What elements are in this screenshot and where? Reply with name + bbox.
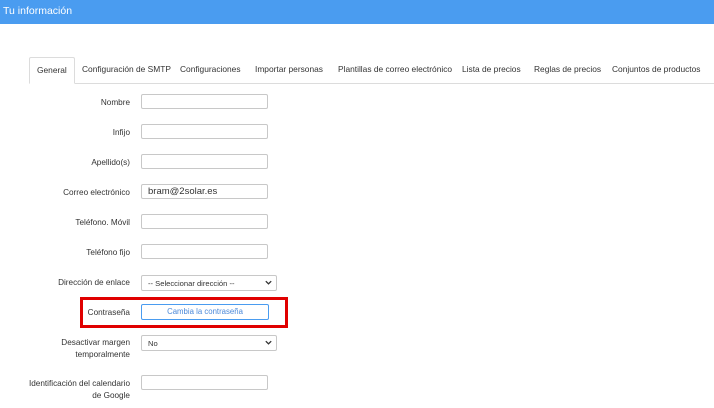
movil-field[interactable] xyxy=(141,214,268,229)
google-calendar-field[interactable] xyxy=(141,375,268,390)
tab-importar-personas[interactable]: Importar personas xyxy=(255,57,323,82)
margen-select[interactable]: No xyxy=(141,335,277,351)
email-field[interactable]: bram@2solar.es xyxy=(141,184,268,199)
highlight-box xyxy=(80,297,288,328)
tab-lista-precios[interactable]: Lista de precios xyxy=(462,57,521,82)
tab-configuraciones[interactable]: Configuraciones xyxy=(180,57,241,82)
margen-label: Desactivar margen temporalmente xyxy=(0,337,130,361)
google-label-line2: de Google xyxy=(92,391,130,400)
nombre-field[interactable] xyxy=(141,94,268,109)
nombre-label: Nombre xyxy=(100,98,130,107)
apellido-label: Apellido(s) xyxy=(91,158,130,167)
direccion-select[interactable]: -- Seleccionar dirección -- xyxy=(141,275,277,291)
apellido-field[interactable] xyxy=(141,154,268,169)
page-title: Tu información xyxy=(3,5,73,17)
chevron-down-icon xyxy=(265,340,272,345)
movil-label: Teléfono. Móvil xyxy=(75,218,130,227)
fijo-field[interactable] xyxy=(141,244,268,259)
infijo-field[interactable] xyxy=(141,124,268,139)
tab-reglas-precios[interactable]: Reglas de precios xyxy=(534,57,601,82)
margen-label-line1: Desactivar margen xyxy=(61,338,130,347)
google-label-line1: Identificación del calendario xyxy=(28,379,130,388)
tab-plantillas-correo[interactable]: Plantillas de correo electrónico xyxy=(338,57,452,82)
direccion-label: Dirección de enlace xyxy=(58,278,130,287)
margen-select-value: No xyxy=(148,339,158,348)
chevron-down-icon xyxy=(265,280,272,285)
email-label: Correo electrónico xyxy=(63,188,130,197)
infijo-label: Infijo xyxy=(112,128,130,137)
app-header: Tu información xyxy=(0,0,714,24)
tab-smtp[interactable]: Configuración de SMTP xyxy=(82,57,171,82)
tab-bar: General Configuración de SMTP Configurac… xyxy=(29,57,714,84)
google-calendar-label: Identificación del calendario de Google xyxy=(0,378,130,402)
margen-label-line2: temporalmente xyxy=(75,350,130,359)
fijo-label: Teléfono fijo xyxy=(86,248,130,257)
tab-general[interactable]: General xyxy=(29,57,75,84)
tab-conjuntos-productos[interactable]: Conjuntos de productos xyxy=(612,57,700,82)
direccion-select-value: -- Seleccionar dirección -- xyxy=(148,279,235,288)
